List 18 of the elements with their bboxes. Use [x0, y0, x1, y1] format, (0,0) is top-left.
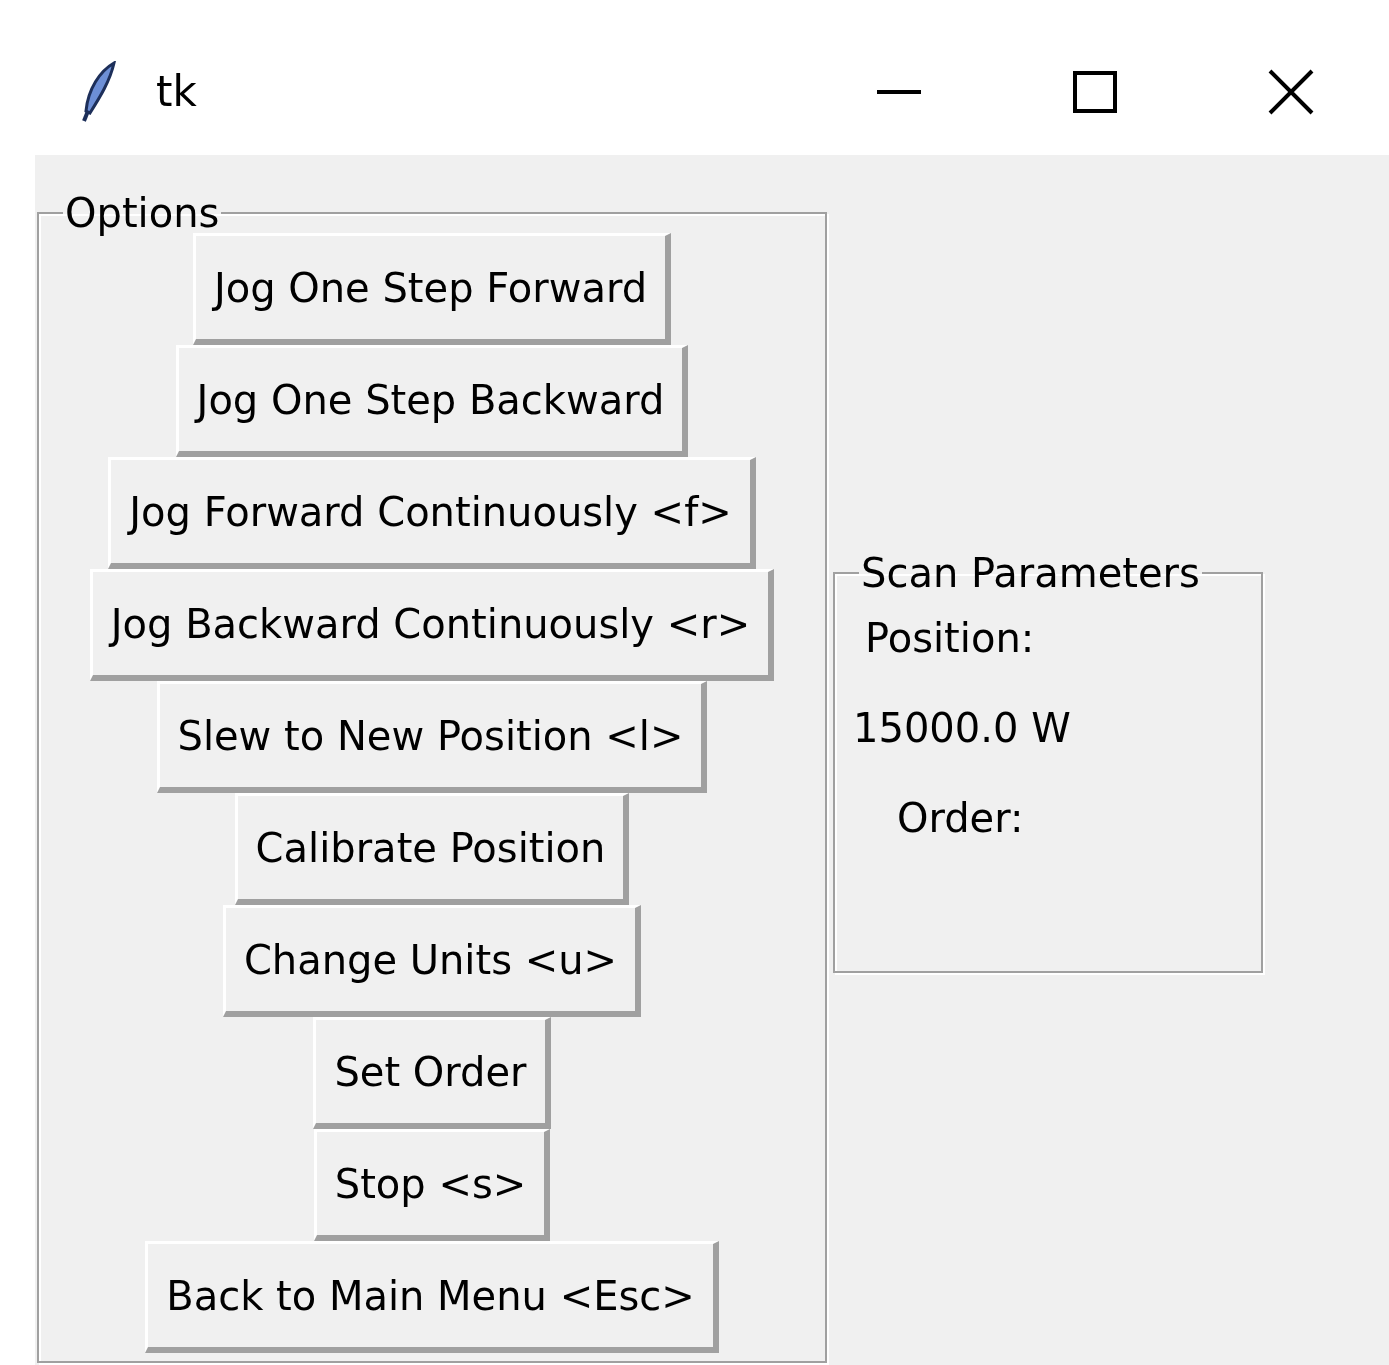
order-label: Order:	[896, 794, 1025, 843]
option-button[interactable]: Back to Main Menu <Esc>	[145, 1241, 719, 1353]
close-icon	[1268, 68, 1314, 115]
frame-title: Scan Parameters	[860, 553, 1201, 593]
option-button[interactable]: Jog One Step Backward	[175, 345, 689, 457]
minimize-icon	[877, 89, 921, 94]
option-button[interactable]: Calibrate Position	[234, 793, 630, 905]
position-label: Position:	[864, 614, 1036, 663]
option-button[interactable]: Jog Backward Continuously <r>	[89, 569, 775, 681]
option-button[interactable]: Set Order	[313, 1017, 551, 1129]
option-button[interactable]: Jog Forward Continuously <f>	[108, 457, 756, 569]
option-button[interactable]: Stop <s>	[313, 1129, 551, 1241]
option-button[interactable]: Slew to New Position <l>	[156, 681, 708, 793]
position-value: 15000.0 W	[852, 704, 1072, 753]
option-button[interactable]: Change Units <u>	[222, 905, 642, 1017]
maximize-icon	[1073, 70, 1117, 113]
option-button[interactable]: Jog One Step Forward	[192, 233, 672, 345]
window-title: tk	[156, 67, 198, 116]
